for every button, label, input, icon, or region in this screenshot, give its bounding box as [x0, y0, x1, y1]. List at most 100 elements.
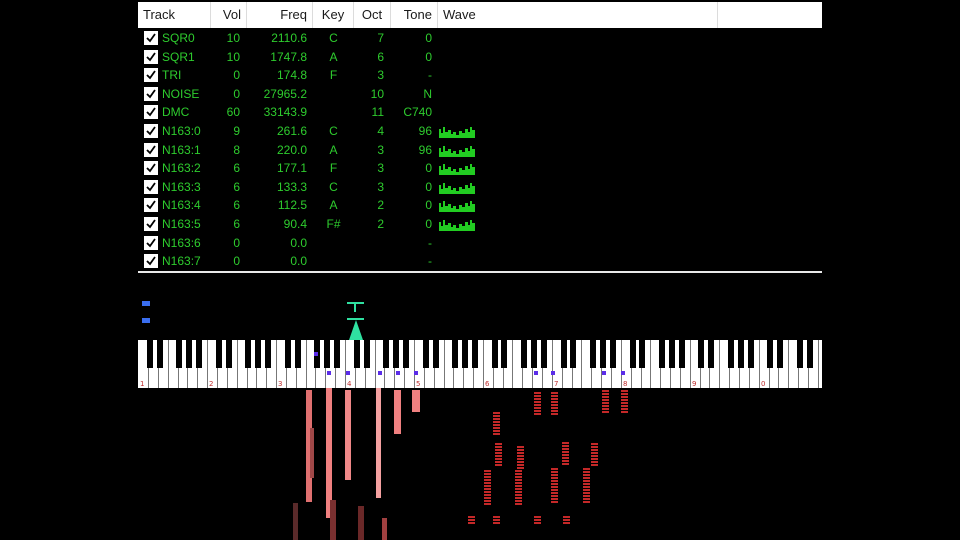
black-key[interactable]: [284, 340, 291, 368]
black-key[interactable]: [767, 340, 774, 368]
track-row[interactable]: N163:1 8 220.0 A 3 96: [138, 141, 822, 159]
black-key[interactable]: [402, 340, 409, 368]
black-key[interactable]: [471, 340, 478, 368]
black-key[interactable]: [363, 340, 370, 368]
track-row[interactable]: NOISE 0 27965.2 10 N: [138, 85, 822, 103]
active-note-marker: [551, 371, 555, 375]
track-row[interactable]: N163:0 9 261.6 C 4 96: [138, 122, 822, 140]
column-key[interactable]: Key: [313, 2, 354, 28]
track-row[interactable]: N163:4 6 112.5 A 2 0: [138, 196, 822, 214]
column-tone[interactable]: Tone: [391, 2, 438, 28]
black-key[interactable]: [570, 340, 577, 368]
black-key[interactable]: [196, 340, 203, 368]
black-key[interactable]: [383, 340, 390, 368]
black-key[interactable]: [245, 340, 252, 368]
black-key[interactable]: [265, 340, 272, 368]
note-segment: [591, 464, 598, 466]
track-row[interactable]: N163:2 6 177.1 F 3 0: [138, 159, 822, 177]
track-row[interactable]: N163:3 6 133.3 C 3 0: [138, 178, 822, 196]
black-key[interactable]: [708, 340, 715, 368]
note-segment: [517, 455, 524, 457]
black-key[interactable]: [698, 340, 705, 368]
track-row[interactable]: SQR1 10 1747.8 A 6 0: [138, 48, 822, 66]
track-vol: 10: [226, 49, 240, 64]
active-note-marker: [346, 371, 350, 375]
black-key[interactable]: [255, 340, 262, 368]
note-segment: [591, 452, 598, 454]
track-enable-checkbox[interactable]: [144, 68, 158, 83]
note-segment: [493, 418, 500, 420]
black-key[interactable]: [294, 340, 301, 368]
black-key[interactable]: [215, 340, 222, 368]
black-key[interactable]: [521, 340, 528, 368]
column-wave[interactable]: Wave: [438, 2, 718, 28]
note-segment: [621, 396, 628, 398]
black-key[interactable]: [452, 340, 459, 368]
black-key[interactable]: [560, 340, 567, 368]
black-key[interactable]: [639, 340, 646, 368]
black-key[interactable]: [146, 340, 153, 368]
black-key[interactable]: [668, 340, 675, 368]
black-key[interactable]: [737, 340, 744, 368]
track-freq: 0.0: [290, 254, 307, 269]
column-freq[interactable]: Freq: [247, 2, 313, 28]
track-enable-checkbox[interactable]: [144, 124, 158, 138]
black-key[interactable]: [777, 340, 784, 368]
track-enable-checkbox[interactable]: [144, 31, 158, 45]
track-enable-checkbox[interactable]: [144, 198, 158, 213]
black-key[interactable]: [796, 340, 803, 368]
column-vol[interactable]: Vol: [211, 2, 247, 28]
black-key[interactable]: [353, 340, 360, 368]
track-row[interactable]: DMC 60 33143.9 11 C740: [138, 103, 822, 121]
track-oct: 3: [377, 161, 384, 176]
black-key[interactable]: [678, 340, 685, 368]
black-key[interactable]: [629, 340, 636, 368]
black-key[interactable]: [176, 340, 183, 368]
track-row[interactable]: N163:7 0 0.0 -: [138, 252, 822, 270]
track-enable-checkbox[interactable]: [144, 179, 158, 194]
track-freq: 112.5: [277, 198, 307, 213]
column-oct[interactable]: Oct: [354, 2, 391, 28]
note-segment: [515, 503, 522, 505]
note-segment: [551, 468, 558, 470]
black-key[interactable]: [599, 340, 606, 368]
track-row[interactable]: SQR0 10 2110.6 C 7 0: [138, 29, 822, 47]
black-key[interactable]: [728, 340, 734, 368]
note-segment: [534, 395, 541, 397]
black-key[interactable]: [531, 340, 537, 368]
black-key[interactable]: [540, 340, 547, 368]
track-enable-checkbox[interactable]: [144, 161, 158, 176]
tracker-visualizer: Track Vol Freq Key Oct Tone Wave SQR0 10 2…: [138, 0, 822, 540]
track-enable-checkbox[interactable]: [144, 86, 158, 101]
black-key[interactable]: [491, 340, 498, 368]
track-row[interactable]: N163:6 0 0.0 -: [138, 234, 822, 252]
black-key[interactable]: [747, 340, 754, 368]
track-row[interactable]: TRI 0 174.8 F 3 -: [138, 66, 822, 84]
track-oct: 3: [377, 68, 384, 83]
black-key[interactable]: [501, 340, 508, 368]
black-key[interactable]: [590, 340, 597, 368]
track-enable-checkbox[interactable]: [144, 49, 158, 64]
black-key[interactable]: [659, 340, 666, 368]
piano-keyboard[interactable]: 1 2 3 4 5 6 7 8 9 0: [138, 340, 822, 388]
track-tone: -: [428, 235, 432, 250]
black-key[interactable]: [462, 340, 469, 368]
black-key[interactable]: [334, 340, 340, 368]
black-key[interactable]: [186, 340, 193, 368]
column-track[interactable]: Track: [138, 2, 211, 28]
note-segment: [515, 476, 522, 478]
black-key[interactable]: [156, 340, 163, 368]
track-enable-checkbox[interactable]: [144, 142, 158, 157]
black-key[interactable]: [806, 340, 813, 368]
black-key[interactable]: [432, 340, 439, 368]
black-key[interactable]: [422, 340, 429, 368]
black-key[interactable]: [393, 340, 400, 368]
black-key[interactable]: [225, 340, 232, 368]
black-key[interactable]: [609, 340, 616, 368]
track-enable-checkbox[interactable]: [144, 105, 158, 120]
black-key[interactable]: [324, 340, 331, 368]
track-enable-checkbox[interactable]: [144, 254, 158, 269]
track-enable-checkbox[interactable]: [144, 235, 158, 250]
track-row[interactable]: N163:5 6 90.4 F# 2 0: [138, 215, 822, 233]
track-enable-checkbox[interactable]: [144, 217, 158, 231]
